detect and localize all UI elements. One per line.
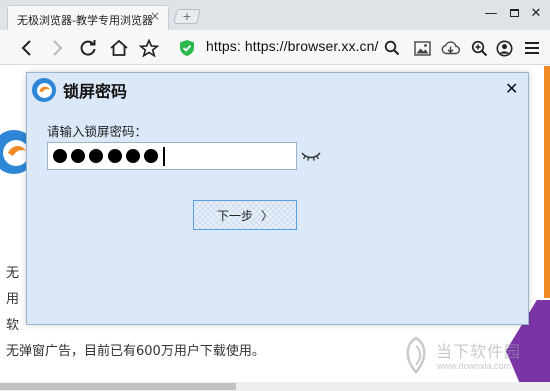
search-icon[interactable] xyxy=(381,37,403,59)
forward-icon[interactable] xyxy=(46,37,68,59)
lock-password-dialog: 锁屏密码 ✕ 请输入锁屏密码： 下一步 〉 xyxy=(26,72,529,325)
watermark-text: 当下软件园 xyxy=(436,342,522,361)
password-mask-dot xyxy=(71,149,86,163)
tab-title: 无极浏览器-教学专用浏览器 xyxy=(17,14,153,27)
plus-icon: + xyxy=(182,10,192,23)
back-icon[interactable] xyxy=(16,37,38,59)
maximize-icon xyxy=(509,9,519,17)
password-mask-dot xyxy=(125,149,140,163)
password-input[interactable] xyxy=(47,142,297,170)
password-mask-dot xyxy=(53,149,67,163)
tab-bar: 无极浏览器-教学专用浏览器 × + — ✕ xyxy=(0,0,550,30)
reload-icon[interactable] xyxy=(77,37,99,59)
horizontal-scrollbar[interactable] xyxy=(0,382,550,391)
chevron-right-icon: 〉 xyxy=(261,208,274,223)
page-text-line: 用 xyxy=(6,292,20,307)
menu-icon[interactable] xyxy=(521,37,543,59)
password-mask-dot xyxy=(107,149,122,163)
shield-icon xyxy=(176,37,198,59)
dialog-title: 锁屏密码 xyxy=(63,82,128,101)
tab-active[interactable]: 无极浏览器-教学专用浏览器 × xyxy=(7,5,169,30)
toolbar: https: https://browser.xx.cn/ xyxy=(0,30,550,65)
page-text-line: 无 xyxy=(6,266,20,281)
star-icon[interactable] xyxy=(138,37,160,59)
orange-accent-stripe xyxy=(544,66,550,298)
new-tab-button[interactable]: + xyxy=(173,9,201,24)
minimize-button[interactable]: — xyxy=(482,6,500,22)
watermark: 当下软件园 www.downxia.com xyxy=(400,336,540,380)
page-text-line: 软 xyxy=(6,318,20,333)
maximize-button[interactable] xyxy=(505,6,523,22)
address-bar-url[interactable]: https: https://browser.xx.cn/ xyxy=(206,38,379,54)
watermark-logo-icon xyxy=(406,336,426,374)
text-caret xyxy=(163,146,165,166)
password-mask-dot xyxy=(143,149,158,163)
zoom-icon[interactable] xyxy=(468,37,490,59)
eye-closed-icon[interactable] xyxy=(300,148,322,162)
scrollbar-thumb[interactable] xyxy=(0,383,236,390)
account-icon[interactable] xyxy=(493,37,515,59)
home-icon[interactable] xyxy=(108,37,130,59)
browser-logo-icon xyxy=(31,77,57,103)
password-label: 请输入锁屏密码： xyxy=(47,124,148,139)
tab-close-icon[interactable]: × xyxy=(150,9,160,23)
download-icon[interactable] xyxy=(439,37,461,59)
watermark-url: www.downxia.com xyxy=(437,361,512,371)
next-step-label: 下一步 xyxy=(216,208,253,223)
window-close-button[interactable]: ✕ xyxy=(527,6,545,22)
page-text-line: 无弹窗广告，目前已有600万用户下载使用。 xyxy=(6,344,265,359)
next-step-button[interactable]: 下一步 〉 xyxy=(193,200,297,230)
dialog-close-icon[interactable]: ✕ xyxy=(505,79,518,98)
password-mask-dot xyxy=(89,149,104,163)
image-icon[interactable] xyxy=(411,37,433,59)
